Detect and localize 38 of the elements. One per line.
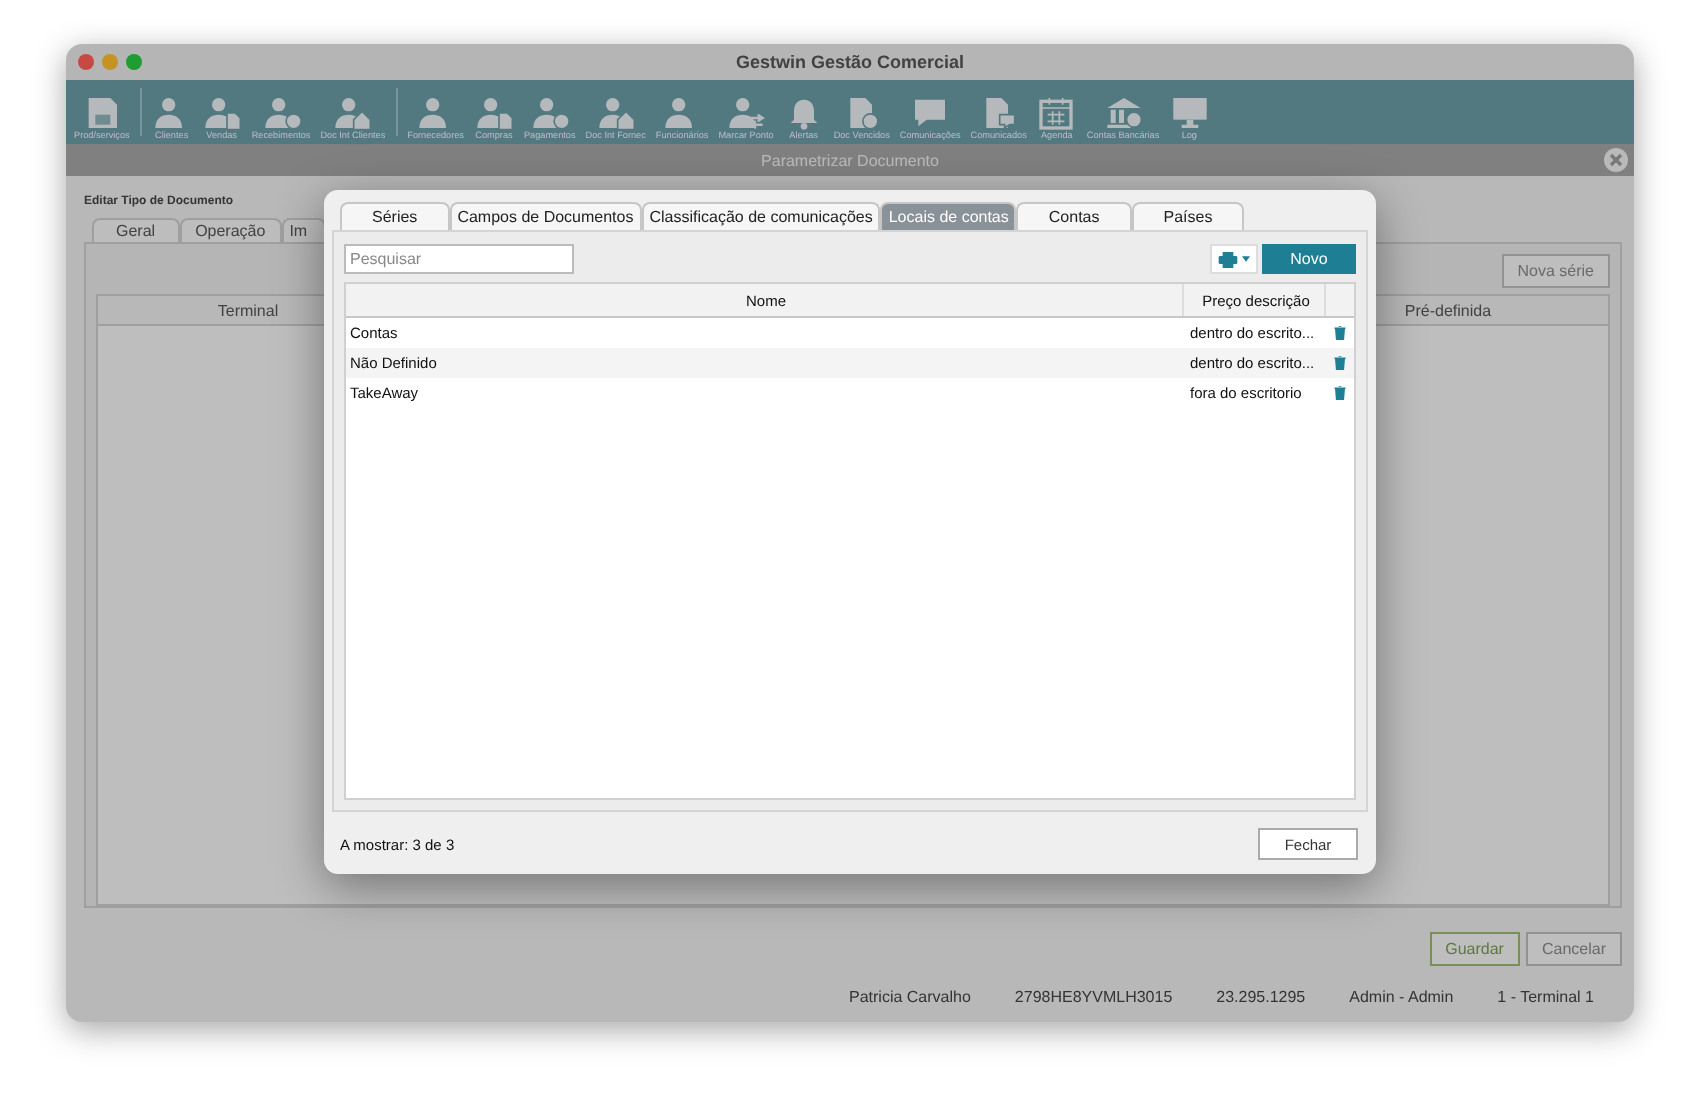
search-field[interactable]: Pesquisar: [344, 244, 574, 274]
close-icon[interactable]: [1604, 148, 1628, 172]
new-button[interactable]: Novo: [1262, 244, 1356, 274]
new-series-button[interactable]: Nova série: [1501, 254, 1610, 288]
status-text: 1 - Terminal 1: [1497, 988, 1594, 1006]
speech-icon: [910, 96, 951, 130]
tab[interactable]: Geral: [92, 218, 180, 242]
calendar-icon: [1036, 96, 1077, 130]
person-doc-icon: [473, 96, 514, 130]
tab[interactable]: Campos de Documentos: [449, 202, 642, 230]
save-button[interactable]: Guardar: [1429, 932, 1520, 966]
status-text: 23.295.1295: [1216, 988, 1306, 1006]
status-text: Admin - Admin: [1349, 988, 1454, 1006]
tab[interactable]: Contas: [1016, 202, 1132, 230]
status-text: 2798HE8YVMLH3015: [1014, 988, 1173, 1006]
person-arrows-icon: [726, 96, 767, 130]
status-text: Patricia Carvalho: [849, 988, 971, 1006]
bank-icon: [1103, 96, 1144, 130]
tab[interactable]: Classificação de comunicações: [641, 202, 881, 230]
tab[interactable]: Operação: [179, 218, 282, 242]
subwindow-title: Parametrizar Documento: [761, 151, 939, 169]
tab[interactable]: Países: [1131, 202, 1245, 230]
print-button[interactable]: [1210, 244, 1258, 274]
column-header: Terminal: [215, 299, 281, 323]
person-doc-icon: [201, 96, 242, 130]
cancel-button[interactable]: Cancelar: [1525, 932, 1622, 966]
person-house-icon: [595, 96, 636, 130]
tab[interactable]: Séries: [340, 202, 450, 230]
trash-icon[interactable]: [1334, 386, 1346, 400]
window-title: Gestwin Gestão Comercial: [735, 52, 965, 72]
person-house-icon: [332, 96, 373, 130]
trash-icon[interactable]: [1334, 356, 1346, 370]
tab[interactable]: Locais de contas: [880, 202, 1017, 230]
trash-icon[interactable]: [1334, 326, 1346, 340]
monitor-icon: [1169, 96, 1210, 130]
caret-icon: [1242, 256, 1250, 262]
tab[interactable]: Im: [281, 218, 326, 242]
close-window-button[interactable]: [78, 54, 94, 70]
